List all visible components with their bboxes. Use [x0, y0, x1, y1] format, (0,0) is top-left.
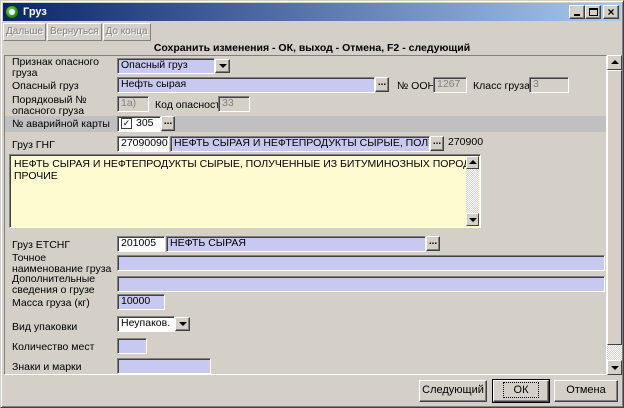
- cargo-description-memo[interactable]: НЕФТЬ СЫРАЯ И НЕФТЕПРОДУКТЫ СЫРЫЕ, ПОЛУЧ…: [9, 154, 481, 228]
- back-button[interactable]: Вернуться: [46, 23, 102, 41]
- additional-info-field[interactable]: [117, 276, 605, 292]
- memo-scroll-down-icon[interactable]: [466, 213, 479, 226]
- exact-name-label: Точное наименование груза: [12, 252, 112, 275]
- etsng-name-field[interactable]: НЕФТЬ СЫРАЯ: [166, 236, 426, 252]
- app-icon: [5, 5, 19, 19]
- memo-scrollbar[interactable]: [466, 156, 479, 226]
- maximize-icon: [589, 8, 598, 16]
- window-controls: ×: [569, 5, 619, 19]
- hazard-cargo-label: Опасный груз: [12, 80, 79, 92]
- toolbar: Дальше Вернуться До конца: [3, 23, 152, 41]
- scroll-down-icon[interactable]: [607, 360, 622, 375]
- next-button[interactable]: Следующий: [419, 380, 487, 402]
- close-button[interactable]: ×: [603, 5, 619, 19]
- scroll-thumb[interactable]: [607, 70, 622, 345]
- marks-label: Знаки и марки: [12, 361, 82, 373]
- cargo-class-field[interactable]: 3: [529, 77, 569, 93]
- packaging-dropdown-icon[interactable]: [175, 317, 190, 331]
- mass-field[interactable]: 10000: [117, 294, 165, 310]
- hazard-sign-select[interactable]: Опасный груз: [117, 58, 215, 74]
- to-end-button[interactable]: До конца: [102, 23, 151, 41]
- gng-code-field[interactable]: 27090090: [117, 136, 169, 152]
- window-title: Груз: [23, 6, 47, 18]
- hazard-cargo-lookup-button[interactable]: ...: [375, 77, 389, 92]
- mass-label: Масса груза (кг): [12, 297, 90, 309]
- emergency-card-number: 305: [136, 117, 154, 129]
- dialog-footer: Следующий ОК Отмена: [3, 377, 621, 405]
- hazard-code-field[interactable]: 33: [218, 96, 250, 112]
- memo-scroll-up-icon[interactable]: [466, 156, 479, 169]
- seq-number-field[interactable]: 1а): [117, 96, 149, 112]
- keyboard-hint: Сохранить изменения - ОК, выход - Отмена…: [153, 42, 471, 54]
- places-label: Количество мест: [12, 341, 95, 353]
- marks-field[interactable]: [117, 358, 211, 374]
- etsng-code-field[interactable]: 201005: [117, 236, 165, 252]
- oon-label: № ООН: [397, 80, 436, 92]
- ok-button-label: ОК: [502, 382, 540, 398]
- form-scrollbar[interactable]: [607, 55, 622, 375]
- title-bar[interactable]: Груз ×: [3, 3, 621, 21]
- gng-extra-code: 270900: [448, 136, 484, 148]
- cargo-class-label: Класс груза: [473, 80, 530, 92]
- packaging-label: Вид упаковки: [12, 321, 78, 333]
- gng-name-field[interactable]: НЕФТЬ СЫРАЯ И НЕФТЕПРОДУКТЫ СЫРЫЕ, ПОЛУЧ…: [170, 136, 430, 152]
- emergency-card-label: № аварийной карты: [12, 118, 110, 130]
- next-record-button[interactable]: Дальше: [3, 23, 46, 41]
- maximize-button[interactable]: [585, 5, 601, 19]
- gng-lookup-button[interactable]: ...: [430, 136, 444, 151]
- exact-name-field[interactable]: [117, 255, 605, 271]
- scroll-up-icon[interactable]: [607, 55, 622, 70]
- emergency-card-field[interactable]: ✓ 305: [117, 116, 161, 132]
- cancel-button[interactable]: Отмена: [554, 380, 618, 402]
- places-field[interactable]: [117, 338, 147, 354]
- hazard-sign-label: Признак опасного груза: [12, 56, 99, 79]
- hazard-code-label: Код опасности: [155, 99, 226, 111]
- gng-label: Груз ГНГ: [12, 139, 55, 151]
- form-panel: Признак опасного груза Опасный груз Опас…: [4, 55, 607, 375]
- close-icon: ×: [607, 5, 615, 19]
- hazard-cargo-field[interactable]: Нефть сырая: [117, 77, 375, 93]
- hazard-sign-dropdown-icon[interactable]: [215, 59, 230, 73]
- ok-button[interactable]: ОК: [492, 379, 550, 403]
- additional-info-label: Дополнительные сведения о грузе: [12, 273, 96, 296]
- cargo-description-text: НЕФТЬ СЫРАЯ И НЕФТЕПРОДУКТЫ СЫРЫЕ, ПОЛУЧ…: [14, 158, 474, 182]
- etsng-lookup-button[interactable]: ...: [426, 236, 440, 251]
- emergency-card-checkbox[interactable]: ✓: [121, 118, 132, 129]
- etsng-label: Груз ЕТСНГ: [12, 239, 71, 251]
- emergency-card-lookup-button[interactable]: ...: [161, 116, 175, 131]
- packaging-select[interactable]: Неупаков.: [117, 316, 175, 332]
- minimize-icon: [574, 14, 580, 16]
- minimize-button[interactable]: [569, 5, 585, 19]
- cargo-dialog: Груз × Дальше Вернуться До конца Сохрани…: [0, 0, 624, 408]
- oon-field[interactable]: 1267: [433, 77, 467, 93]
